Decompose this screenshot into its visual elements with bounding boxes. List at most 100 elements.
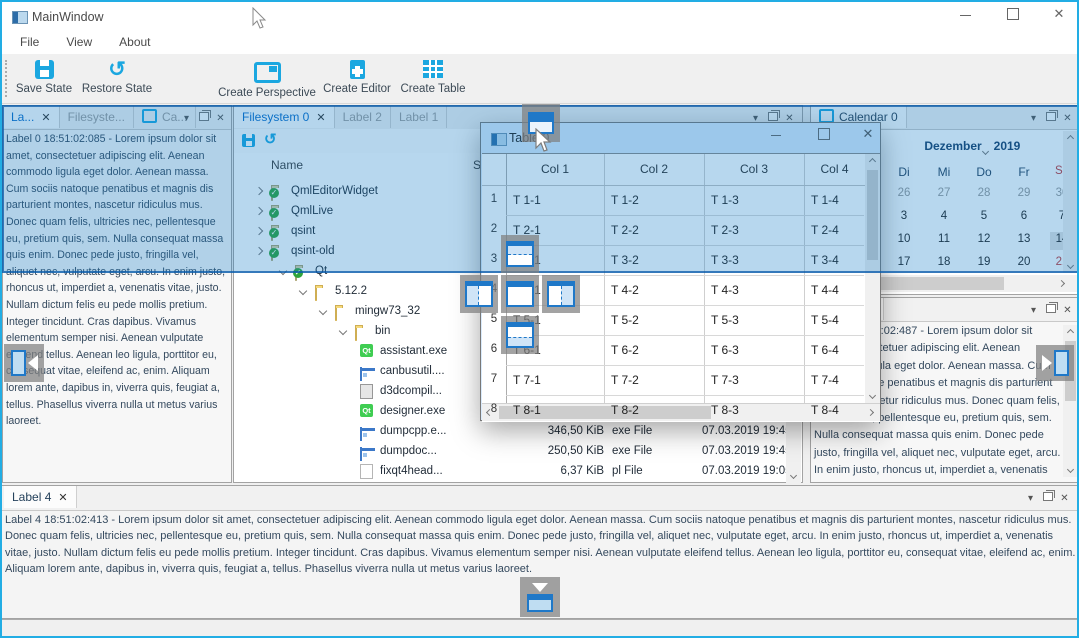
minimize-button[interactable] <box>950 8 980 26</box>
tree-row-dumpcpp-e[interactable]: dumpcpp.e...346,50 KiBexe File07.03.2019… <box>234 421 786 441</box>
table-column-header-col-4[interactable]: Col 4 <box>804 154 865 186</box>
restore-state-button[interactable]: ↺ Restore State <box>78 57 156 101</box>
table-row-number[interactable]: 8 <box>482 403 506 415</box>
calendar-day[interactable]: 5 <box>981 210 987 222</box>
table-cell[interactable]: T 7-4 <box>811 373 839 387</box>
area-menu-button[interactable]: ▾ <box>178 107 195 130</box>
calendar-month-label[interactable]: Dezember <box>924 139 981 153</box>
table-cell[interactable]: T 8-3 <box>711 403 739 417</box>
table-cell[interactable]: T 5-4 <box>811 313 839 327</box>
expander-collapsed-icon[interactable] <box>255 227 263 235</box>
menu-item-view[interactable]: View <box>57 32 101 52</box>
table-cell[interactable]: T 1-2 <box>611 193 639 207</box>
area-float-button[interactable] <box>1042 107 1059 130</box>
tree-row-fixqt4head[interactable]: fixqt4head...6,37 KiBpl File07.03.2019 1… <box>234 461 786 481</box>
calendar-day[interactable]: 6 <box>1021 210 1027 222</box>
calendar-day[interactable]: 13 <box>1018 233 1031 245</box>
expander-expanded-icon[interactable] <box>299 287 307 295</box>
area-close-button[interactable]: ✕ <box>1056 487 1073 510</box>
area-close-button[interactable]: ✕ <box>212 107 229 130</box>
area-float-button[interactable] <box>1039 487 1056 510</box>
toolbar-drag-handle[interactable] <box>5 60 7 97</box>
calendar-day[interactable]: 17 <box>898 256 911 268</box>
table-column-header-col-3[interactable]: Col 3 <box>704 154 804 186</box>
maximize-button[interactable] <box>811 126 837 146</box>
expander-expanded-icon[interactable] <box>339 327 347 335</box>
month-dropdown-icon[interactable] <box>982 148 989 155</box>
drop-indicator-center[interactable] <box>501 275 539 313</box>
area-menu-button[interactable]: ▾ <box>1022 487 1039 510</box>
expander-collapsed-icon[interactable] <box>255 247 263 255</box>
drop-indicator-right[interactable] <box>542 275 580 313</box>
table-cell[interactable]: T 6-2 <box>611 343 639 357</box>
calendar-day[interactable]: 27 <box>938 187 951 199</box>
table-cell[interactable]: T 1-3 <box>711 193 739 207</box>
calendar-day[interactable]: 18 <box>938 256 951 268</box>
tab-close-icon[interactable]: ✕ <box>41 112 50 124</box>
floating-table-window[interactable]: Table 0 ✕ Col 1Col 2Col 3Col 41T 1-1T 1-… <box>480 122 881 421</box>
table-row-number[interactable]: 2 <box>482 223 506 235</box>
drop-indicator-left-edge[interactable] <box>4 344 44 382</box>
table-cell[interactable]: T 4-3 <box>711 283 739 297</box>
calendar-year-label[interactable]: 2019 <box>994 139 1021 153</box>
table-cell[interactable]: T 4-2 <box>611 283 639 297</box>
drop-indicator-bottom-edge[interactable] <box>520 577 560 617</box>
table-cell[interactable]: T 5-2 <box>611 313 639 327</box>
table-cell[interactable]: T 8-1 <box>513 403 541 417</box>
table-cell[interactable]: T 1-1 <box>513 193 541 207</box>
table-cell[interactable]: T 2-2 <box>611 223 639 237</box>
tab-close-icon[interactable]: ✕ <box>58 492 67 504</box>
expander-collapsed-icon[interactable] <box>255 187 263 195</box>
table-cell[interactable]: T 2-4 <box>811 223 839 237</box>
drop-indicator-top[interactable] <box>501 235 539 273</box>
table-cell[interactable]: T 3-4 <box>811 253 839 267</box>
minimize-button[interactable] <box>763 128 789 148</box>
title-bar[interactable]: MainWindow ✕ <box>2 2 1077 32</box>
close-button[interactable]: ✕ <box>1044 6 1074 24</box>
table-cell[interactable]: T 6-3 <box>711 343 739 357</box>
table-row-number[interactable]: 1 <box>482 193 506 205</box>
tab-label-4[interactable]: Label 4✕ <box>4 486 77 508</box>
calendar-day[interactable]: 4 <box>941 210 947 222</box>
menu-item-about[interactable]: About <box>110 32 159 52</box>
calendar-day[interactable]: 10 <box>898 233 911 245</box>
maximize-button[interactable] <box>998 6 1028 24</box>
tab-la[interactable]: La...✕ <box>3 106 60 128</box>
drop-indicator-top-edge[interactable] <box>522 104 560 142</box>
menu-item-file[interactable]: File <box>11 32 48 52</box>
calendar-day[interactable]: 28 <box>978 187 991 199</box>
tree-row-dumpdoc[interactable]: dumpdoc...250,50 KiBexe File07.03.2019 1… <box>234 441 786 461</box>
table-cell[interactable]: T 8-2 <box>611 403 639 417</box>
area-close-button[interactable]: ✕ <box>1059 107 1076 130</box>
area-float-button[interactable] <box>195 107 212 130</box>
expander-expanded-icon[interactable] <box>319 307 327 315</box>
calendar-day[interactable]: 3 <box>901 210 907 222</box>
expander-expanded-icon[interactable] <box>279 267 287 275</box>
table-cell[interactable]: T 2-3 <box>711 223 739 237</box>
close-button[interactable]: ✕ <box>855 126 881 146</box>
drop-indicator-left[interactable] <box>460 275 498 313</box>
table-cell[interactable]: T 7-1 <box>513 373 541 387</box>
save-state-button[interactable]: Save State <box>8 57 80 101</box>
calendar-vscrollbar[interactable] <box>1063 131 1078 273</box>
tab-filesyste[interactable]: Filesyste... <box>60 106 134 128</box>
table-cell[interactable]: T 7-2 <box>611 373 639 387</box>
calendar-day[interactable]: 29 <box>1018 187 1031 199</box>
table-cell[interactable]: T 8-4 <box>811 403 839 417</box>
calendar-day[interactable]: 12 <box>978 233 991 245</box>
table-cell[interactable]: T 4-4 <box>811 283 839 297</box>
calendar-day[interactable]: 20 <box>1018 256 1031 268</box>
table-column-header-col-2[interactable]: Col 2 <box>604 154 704 186</box>
table-column-header-col-1[interactable]: Col 1 <box>506 154 604 186</box>
area-float-button[interactable] <box>1042 299 1059 322</box>
calendar-day[interactable]: 26 <box>898 187 911 199</box>
table-cell[interactable]: T 1-4 <box>811 193 839 207</box>
table-row-number[interactable]: 7 <box>482 373 506 385</box>
table-cell[interactable]: T 3-3 <box>711 253 739 267</box>
create-perspective-button[interactable]: Create Perspective <box>214 57 320 101</box>
expander-collapsed-icon[interactable] <box>255 207 263 215</box>
drop-indicator-right-edge[interactable] <box>1036 345 1074 381</box>
table-cell[interactable]: T 7-3 <box>711 373 739 387</box>
area-menu-button[interactable]: ▾ <box>1025 299 1042 322</box>
calendar-day[interactable]: 19 <box>978 256 991 268</box>
